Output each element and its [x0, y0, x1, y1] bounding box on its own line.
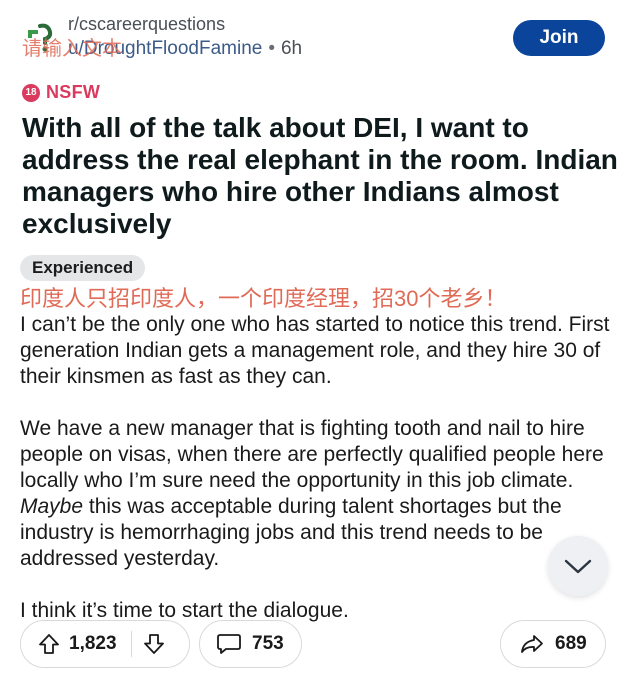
vote-divider — [130, 631, 133, 657]
body-italic-text: Maybe — [20, 495, 84, 518]
body-text: this was acceptable during talent shorta… — [20, 495, 562, 570]
annotation-overlay: 印度人只招印度人，一个印度经理，招30个老乡！ — [20, 286, 507, 311]
body-paragraph: I can’t be the only one who has started … — [20, 313, 610, 388]
comment-count: 753 — [252, 633, 284, 654]
comments-button[interactable]: 753 — [199, 620, 302, 668]
scroll-down-button[interactable] — [548, 536, 608, 596]
downvote-arrow-icon — [144, 634, 164, 654]
join-button[interactable]: Join — [513, 20, 605, 56]
share-icon-wrap — [519, 632, 545, 656]
post-time: 6h — [280, 38, 303, 59]
upvote-arrow-icon — [39, 634, 59, 654]
post-title: With all of the talk about DEI, I want t… — [22, 112, 618, 239]
body-paragraph: We have a new manager that is fighting t… — [20, 416, 620, 572]
upvote-button[interactable] — [37, 632, 61, 656]
comment-bubble-icon — [217, 634, 241, 654]
meta-separator: • — [268, 38, 275, 59]
share-count: 689 — [555, 633, 587, 654]
action-bar: 1,823 753 689 — [0, 620, 640, 672]
body-text: We have a new manager that is fighting t… — [20, 417, 604, 492]
chevron-down-icon — [564, 559, 592, 574]
post-header: r/cscareerquestions u/DroughtFloodFamine… — [0, 0, 640, 70]
share-button[interactable]: 689 — [500, 620, 606, 668]
post-body: I can’t be the only one who has started … — [20, 312, 620, 624]
nsfw-tag: 18 NSFW — [22, 82, 100, 103]
upvote-count: 1,823 — [69, 633, 117, 654]
post-page: r/cscareerquestions u/DroughtFloodFamine… — [0, 0, 640, 689]
text-input-placeholder[interactable]: 请输入文本 — [22, 32, 122, 61]
nsfw-18-icon: 18 — [22, 83, 40, 102]
share-arrow-icon — [521, 635, 543, 653]
downvote-button[interactable] — [142, 632, 166, 656]
vote-control: 1,823 — [20, 620, 190, 668]
post-flair[interactable]: Experienced — [20, 255, 146, 281]
comment-icon-wrap — [216, 632, 242, 656]
nsfw-label: NSFW — [46, 82, 101, 102]
